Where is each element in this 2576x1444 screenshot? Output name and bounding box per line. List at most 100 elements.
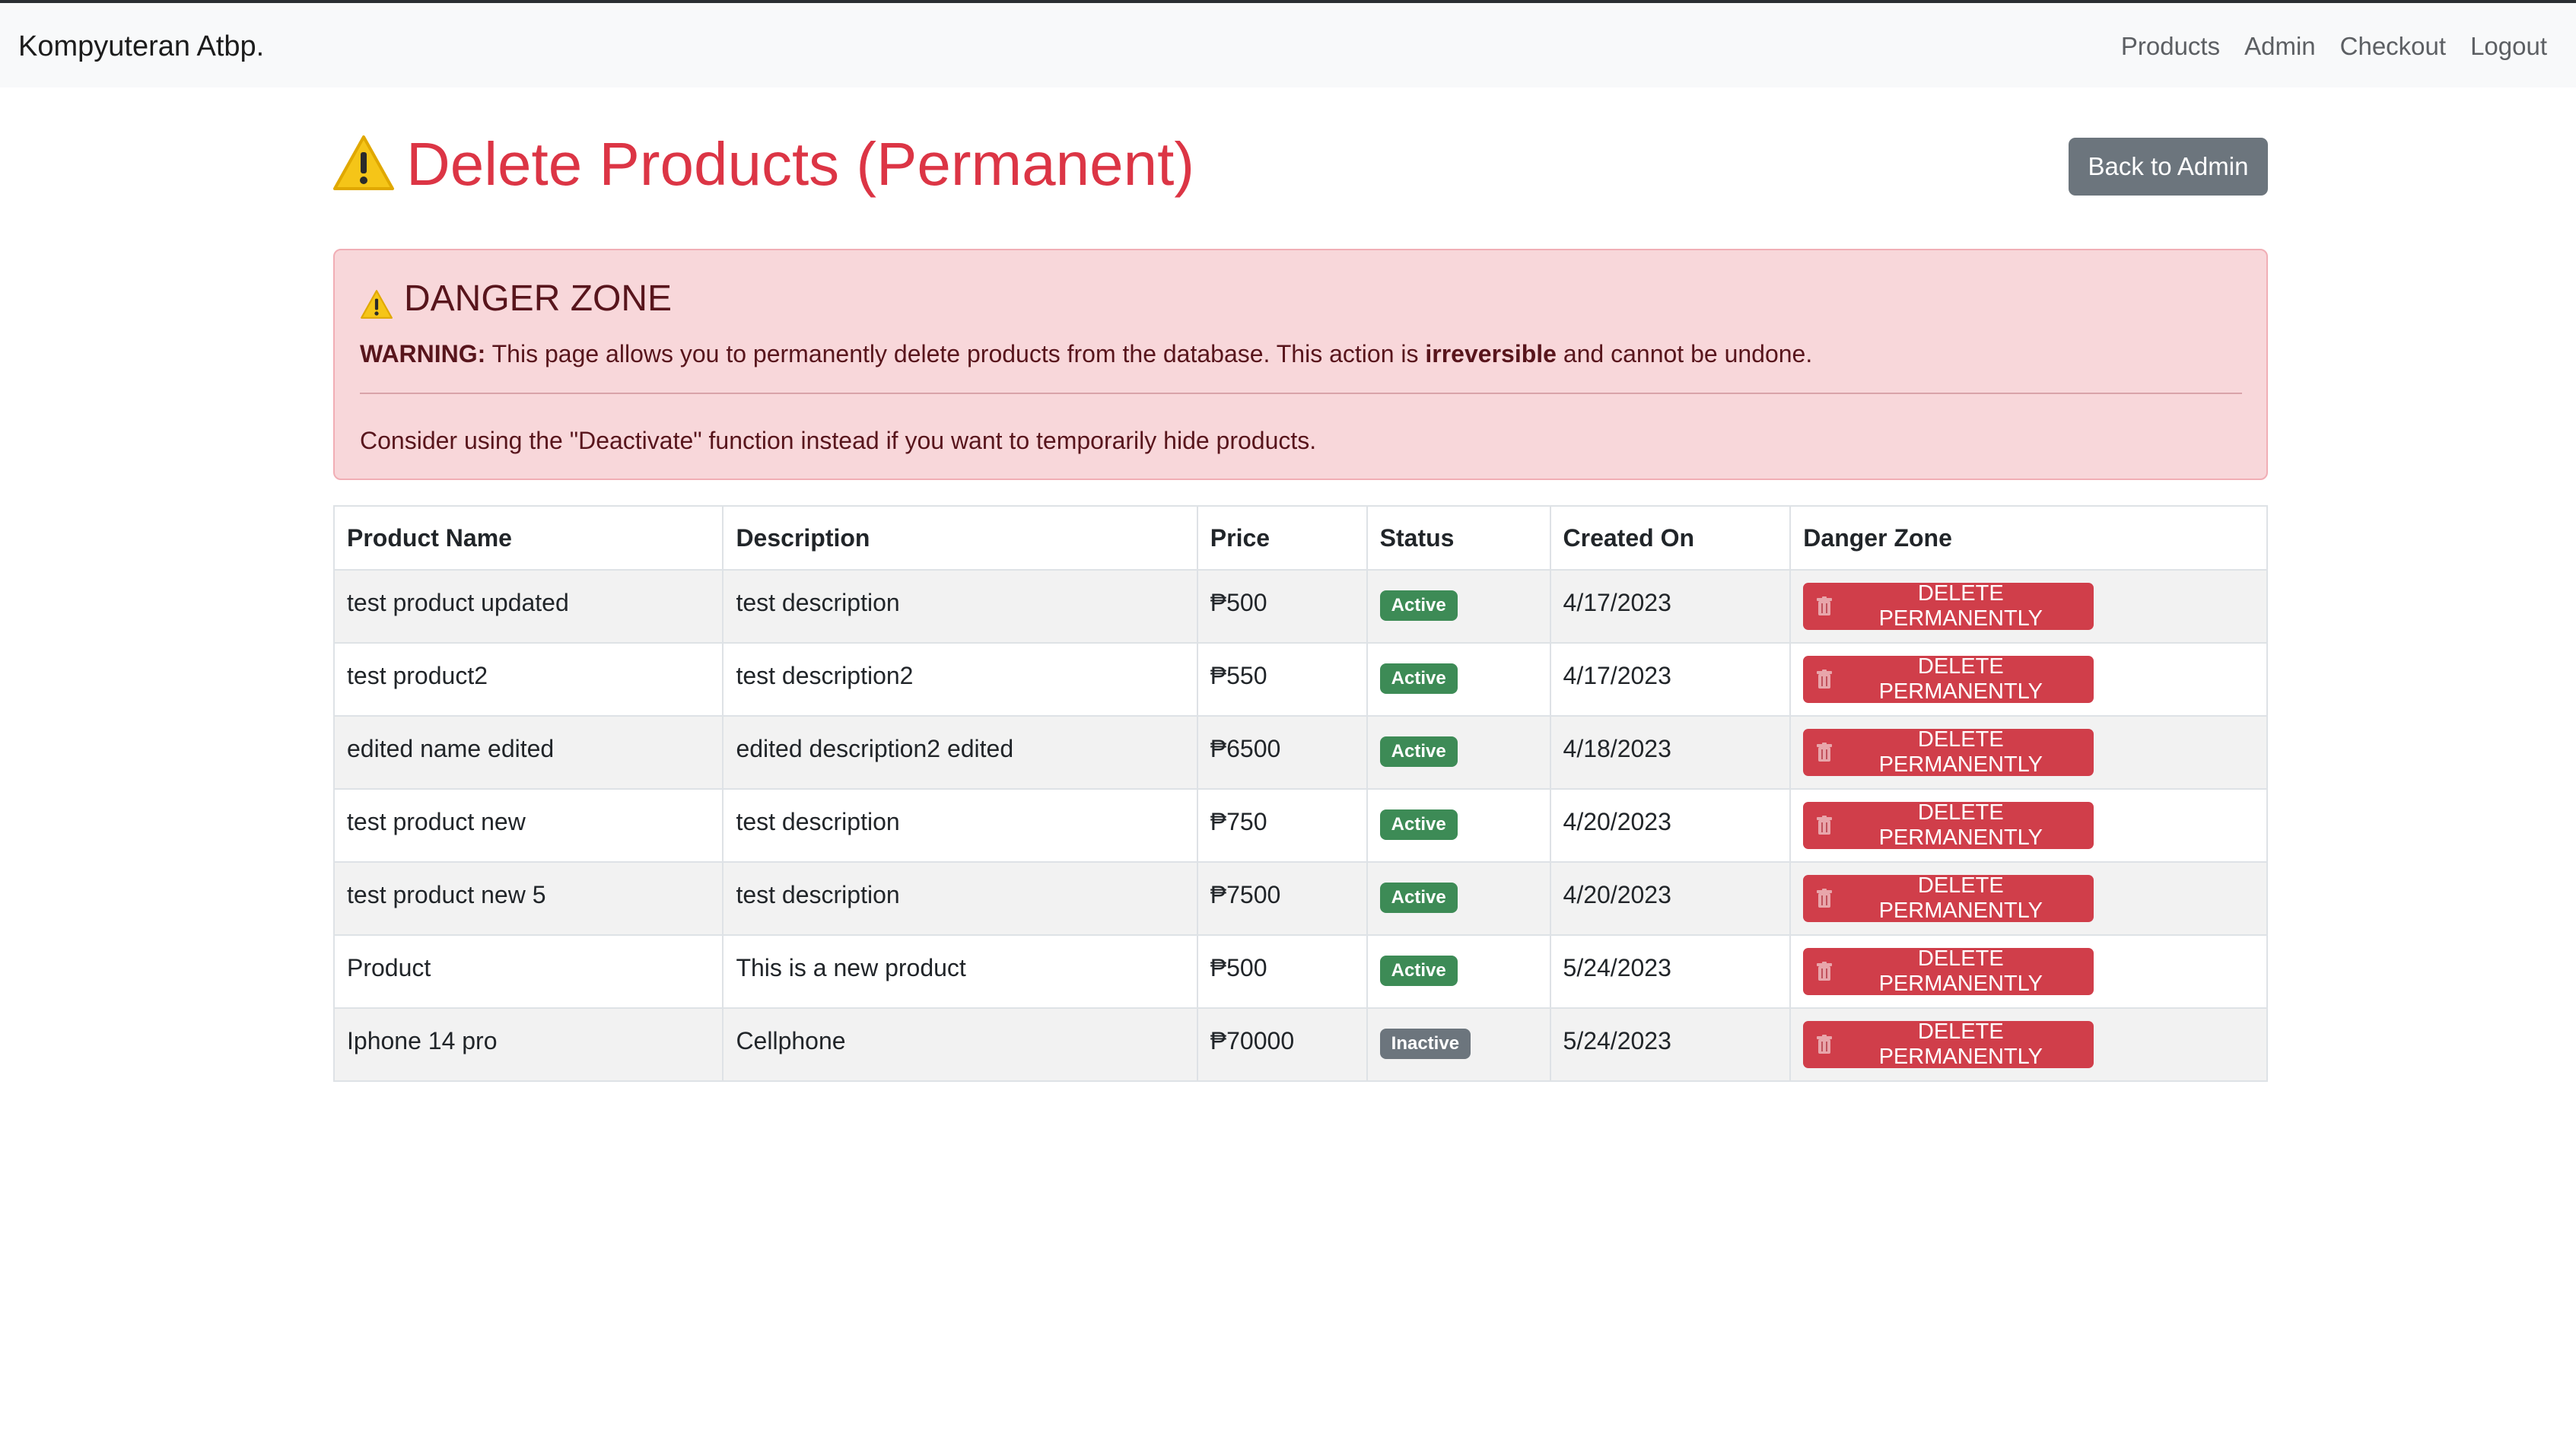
status-badge: Inactive xyxy=(1379,1029,1471,1059)
danger-zone-cell: DELETE PERMANENTLY xyxy=(1789,642,2268,717)
created-on-cell: 4/18/2023 xyxy=(1549,715,1792,790)
description-cell: test description2 xyxy=(722,642,1198,717)
nav-link-products[interactable]: Products xyxy=(2121,27,2220,65)
status-cell: Inactive xyxy=(1366,1007,1551,1082)
delete-button-label: DELETE PERMANENTLY xyxy=(1878,581,2043,631)
warning-icon xyxy=(332,134,396,192)
price-cell: ₱500 xyxy=(1196,569,1368,644)
trash-icon xyxy=(1817,889,1833,908)
warning-label: WARNING: xyxy=(360,340,486,367)
alert-heading: DANGER ZONE xyxy=(360,275,672,323)
status-cell: Active xyxy=(1366,642,1551,717)
trash-icon xyxy=(1817,816,1833,835)
delete-permanently-button[interactable]: DELETE PERMANENTLY xyxy=(1803,800,2094,850)
danger-zone-cell: DELETE PERMANENTLY xyxy=(1789,934,2268,1009)
column-header-price: Price xyxy=(1196,505,1368,571)
alert-warning-text: WARNING: This page allows you to permane… xyxy=(360,336,1812,372)
description-cell: test description xyxy=(722,861,1198,936)
status-cell: Active xyxy=(1366,861,1551,936)
danger-zone-cell: DELETE PERMANENTLY xyxy=(1789,788,2268,863)
column-header-product-name: Product Name xyxy=(332,505,724,571)
status-badge: Active xyxy=(1379,809,1458,840)
trash-icon xyxy=(1817,670,1833,689)
status-badge: Active xyxy=(1379,663,1458,694)
alert-divider xyxy=(360,393,2242,394)
table-row: test product2 test description2 ₱550 Active… xyxy=(332,642,2268,717)
delete-button-label: DELETE PERMANENTLY xyxy=(1878,727,2043,777)
table-row: edited name edited edited description2 ed… xyxy=(332,715,2268,790)
created-on-cell: 4/20/2023 xyxy=(1549,788,1792,863)
description-cell: test description xyxy=(722,569,1198,644)
created-on-cell: 5/24/2023 xyxy=(1549,934,1792,1009)
danger-zone-cell: DELETE PERMANENTLY xyxy=(1789,1007,2268,1082)
nav-link-logout[interactable]: Logout xyxy=(2470,27,2547,65)
price-cell: ₱6500 xyxy=(1196,715,1368,790)
delete-permanently-button[interactable]: DELETE PERMANENTLY xyxy=(1803,946,2094,996)
delete-permanently-button[interactable]: DELETE PERMANENTLY xyxy=(1803,1019,2094,1069)
trash-icon xyxy=(1817,1035,1833,1054)
column-header-created-on: Created On xyxy=(1549,505,1792,571)
status-badge: Active xyxy=(1379,883,1458,913)
danger-zone-cell: DELETE PERMANENTLY xyxy=(1789,861,2268,936)
trash-icon xyxy=(1817,743,1833,762)
delete-permanently-button[interactable]: DELETE PERMANENTLY xyxy=(1803,581,2094,631)
price-cell: ₱70000 xyxy=(1196,1007,1368,1082)
warning-icon xyxy=(360,284,393,319)
description-cell: Cellphone xyxy=(722,1007,1198,1082)
price-cell: ₱7500 xyxy=(1196,861,1368,936)
nav-link-checkout[interactable]: Checkout xyxy=(2340,27,2446,65)
delete-permanently-button[interactable]: DELETE PERMANENTLY xyxy=(1803,873,2094,923)
table-row: Product This is a new product ₱500 Active 5/… xyxy=(332,934,2268,1009)
status-badge: Active xyxy=(1379,736,1458,767)
nav-link-admin[interactable]: Admin xyxy=(2244,27,2316,65)
price-cell: ₱750 xyxy=(1196,788,1368,863)
navbar: Kompyuteran Atbp. Products Admin Checkou… xyxy=(0,3,2576,87)
delete-button-label: DELETE PERMANENTLY xyxy=(1878,946,2043,996)
status-cell: Active xyxy=(1366,569,1551,644)
warning-text-before: This page allows you to permanently dele… xyxy=(485,340,1426,367)
delete-button-label: DELETE PERMANENTLY xyxy=(1878,1019,2043,1069)
product-name-cell: test product updated xyxy=(332,569,724,644)
created-on-cell: 4/20/2023 xyxy=(1549,861,1792,936)
product-name-cell: Product xyxy=(332,934,724,1009)
delete-permanently-button[interactable]: DELETE PERMANENTLY xyxy=(1803,727,2094,777)
table-row: test product new test description ₱750 Acti… xyxy=(332,788,2268,863)
alert-heading-text: DANGER ZONE xyxy=(404,278,673,319)
table-row: Iphone 14 pro Cellphone ₱70000 Inactive 5/24… xyxy=(332,1007,2268,1082)
column-header-description: Description xyxy=(722,505,1198,571)
created-on-cell: 4/17/2023 xyxy=(1549,569,1792,644)
trash-icon xyxy=(1817,962,1833,981)
back-to-admin-button[interactable]: Back to Admin xyxy=(2069,138,2268,196)
brand-link[interactable]: Kompyuteran Atbp. xyxy=(18,27,264,65)
delete-permanently-button[interactable]: DELETE PERMANENTLY xyxy=(1803,654,2094,704)
table-body: test product updated test description ₱500… xyxy=(332,569,2268,1082)
page-title: Delete Products (Permanent) xyxy=(332,125,1194,204)
description-cell: test description xyxy=(722,788,1198,863)
delete-button-label: DELETE PERMANENTLY xyxy=(1878,654,2043,704)
warning-text-after: and cannot be undone. xyxy=(1556,340,1813,367)
description-cell: This is a new product xyxy=(722,934,1198,1009)
delete-button-label: DELETE PERMANENTLY xyxy=(1878,800,2043,850)
danger-zone-cell: DELETE PERMANENTLY xyxy=(1789,715,2268,790)
status-badge: Active xyxy=(1379,956,1458,986)
product-name-cell: test product new 5 xyxy=(332,861,724,936)
product-name-cell: test product new xyxy=(332,788,724,863)
status-badge: Active xyxy=(1379,590,1458,621)
nav-links: Products Admin Checkout Logout xyxy=(2097,27,2547,65)
table-row: test product new 5 test description ₱7500 A… xyxy=(332,861,2268,936)
price-cell: ₱550 xyxy=(1196,642,1368,717)
trash-icon xyxy=(1817,596,1833,616)
danger-alert: DANGER ZONE WARNING: This page allows yo… xyxy=(333,249,2268,480)
page-title-text: Delete Products (Permanent) xyxy=(406,130,1195,198)
table-row: test product updated test description ₱500… xyxy=(332,569,2268,644)
delete-button-label: DELETE PERMANENTLY xyxy=(1878,873,2043,923)
product-name-cell: test product2 xyxy=(332,642,724,717)
description-cell: edited description2 edited xyxy=(722,715,1198,790)
danger-zone-cell: DELETE PERMANENTLY xyxy=(1789,569,2268,644)
created-on-cell: 4/17/2023 xyxy=(1549,642,1792,717)
alert-suggestion: Consider using the "Deactivate" function… xyxy=(360,427,1317,454)
table-header-row: Product Name Description Price Status Cr… xyxy=(332,505,2268,571)
status-cell: Active xyxy=(1366,788,1551,863)
product-name-cell: Iphone 14 pro xyxy=(332,1007,724,1082)
warning-bold-word: irreversible xyxy=(1425,340,1557,367)
